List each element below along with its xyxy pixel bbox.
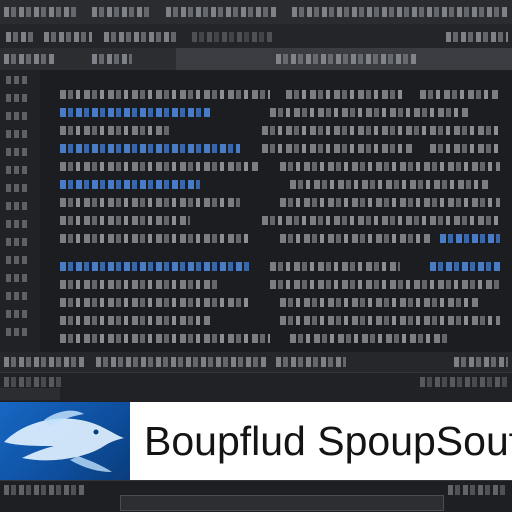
code-line [60,334,270,343]
line-number [6,184,28,192]
title-path-blurred [166,7,276,17]
code-line [60,316,210,325]
line-gutter [0,70,40,372]
menu-item[interactable] [104,32,176,42]
bottom-text-blurred [448,485,508,495]
title-menu-blurred [92,7,152,17]
title-right-blurred [292,7,508,17]
code-line [60,234,250,243]
status-text-blurred [454,357,508,367]
code-line [60,216,190,225]
code-line-highlight [60,144,240,153]
status-text-blurred [96,357,266,367]
code-line [60,280,220,289]
code-line [420,90,500,99]
code-line [60,126,170,135]
line-number [6,274,28,282]
code-editor[interactable] [0,70,512,372]
menu-item[interactable] [6,32,36,42]
panel-label-blurred [92,54,132,64]
code-line [280,198,500,207]
app-window: Boupflud SpoupSouf [0,0,512,512]
code-line [280,234,430,243]
menu-item[interactable] [44,32,92,42]
line-number [6,130,28,138]
code-line [262,216,502,225]
code-line [60,162,260,171]
code-line [262,144,412,153]
bottom-text-blurred [4,485,84,495]
status-text-blurred [4,357,84,367]
panel-header [0,372,512,401]
title-text-blurred [4,7,78,17]
line-number [6,220,28,228]
code-line [280,316,500,325]
toolbar-left-panel [0,48,176,70]
toolbar [0,48,512,71]
line-number [6,94,28,102]
code-line-highlight [440,234,500,243]
line-number [6,202,28,210]
address-text-blurred [276,54,416,64]
code-line [430,144,500,153]
code-line-highlight [430,262,500,271]
menu-item[interactable] [192,32,272,42]
code-line-highlight [60,262,250,271]
code-line [286,90,406,99]
code-line [280,162,500,171]
menu-bar [0,24,512,64]
code-line [60,198,240,207]
line-number [6,256,28,264]
panel-title-blurred [420,377,508,387]
menu-item[interactable] [446,32,508,42]
line-number [6,310,28,318]
code-line [60,298,250,307]
line-number [6,328,28,336]
line-number [6,148,28,156]
code-line [280,298,480,307]
panel-label-blurred [4,54,54,64]
panel-title-blurred [4,377,64,387]
status-line [0,352,512,372]
banner: Boupflud SpoupSouf [0,402,512,480]
code-line [290,334,450,343]
line-number [6,112,28,120]
line-number [6,238,28,246]
line-number [6,292,28,300]
panel-tab[interactable] [0,388,60,400]
code-line-highlight [60,180,200,189]
code-line [290,180,490,189]
line-number [6,166,28,174]
fish-logo-icon [0,402,130,480]
code-line [262,126,502,135]
banner-title: Boupflud SpoupSouf [144,418,512,464]
address-field[interactable] [176,48,512,70]
code-line [60,90,270,99]
code-line [270,108,470,117]
title-bar [0,0,512,25]
line-number [6,76,28,84]
bottom-bar [0,480,512,512]
bottom-input[interactable] [120,495,444,511]
code-line-highlight [60,108,210,117]
code-line [270,280,500,289]
code-line [270,262,400,271]
status-text-blurred [276,357,346,367]
